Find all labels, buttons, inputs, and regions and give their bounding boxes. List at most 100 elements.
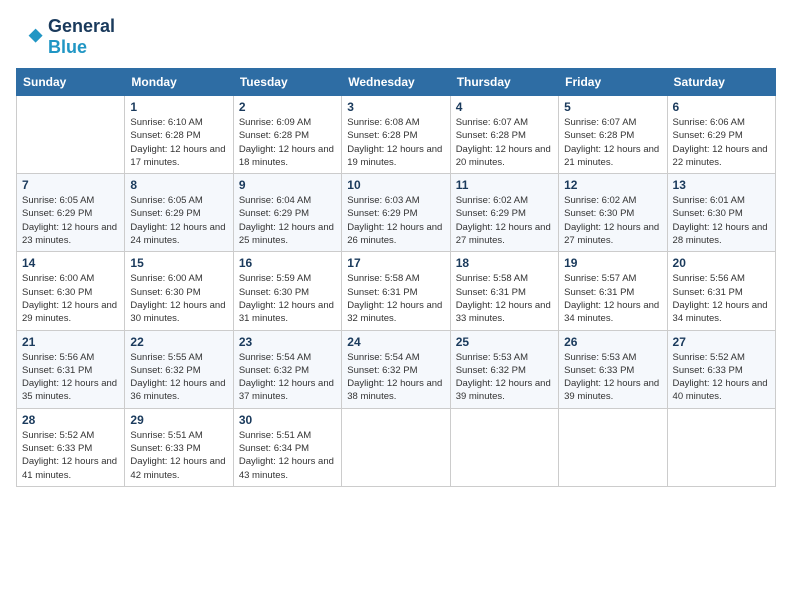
- day-number: 24: [347, 335, 444, 349]
- calendar-cell: 25Sunrise: 5:53 AMSunset: 6:32 PMDayligh…: [450, 330, 558, 408]
- day-number: 5: [564, 100, 661, 114]
- day-info: Sunrise: 6:07 AMSunset: 6:28 PMDaylight:…: [564, 116, 661, 169]
- calendar-cell: 22Sunrise: 5:55 AMSunset: 6:32 PMDayligh…: [125, 330, 233, 408]
- day-number: 9: [239, 178, 336, 192]
- calendar-cell: 29 Sunrise: 5:51 AMSunset: 6:33 PMDayligh…: [125, 408, 233, 486]
- calendar-week-5: 28 Sunrise: 5:52 AMSunset: 6:33 PMDayligh…: [17, 408, 776, 486]
- day-info: Sunrise: 6:05 AMSunset: 6:29 PMDaylight:…: [130, 194, 227, 247]
- calendar-cell: 21 Sunrise: 5:56 AMSunset: 6:31 PMDayligh…: [17, 330, 125, 408]
- day-info: Sunrise: 5:58 AMSunset: 6:31 PMDaylight:…: [456, 272, 553, 325]
- calendar-cell: 23 Sunrise: 5:54 AMSunset: 6:32 PMDayligh…: [233, 330, 341, 408]
- calendar-cell: 19Sunrise: 5:57 AMSunset: 6:31 PMDayligh…: [559, 252, 667, 330]
- calendar-header-thursday: Thursday: [450, 69, 558, 96]
- calendar-cell: 28 Sunrise: 5:52 AMSunset: 6:33 PMDayligh…: [17, 408, 125, 486]
- day-number: 10: [347, 178, 444, 192]
- day-info: Sunrise: 5:56 AMSunset: 6:31 PMDaylight:…: [22, 351, 119, 404]
- calendar-header-tuesday: Tuesday: [233, 69, 341, 96]
- day-number: 13: [673, 178, 770, 192]
- calendar-cell: [17, 96, 125, 174]
- day-info: Sunrise: 5:51 AMSunset: 6:34 PMDaylight:…: [239, 429, 336, 482]
- day-number: 21: [22, 335, 119, 349]
- calendar-cell: 10 Sunrise: 6:03 AMSunset: 6:29 PMDayligh…: [342, 174, 450, 252]
- day-info: Sunrise: 6:01 AMSunset: 6:30 PMDaylight:…: [673, 194, 770, 247]
- day-info: Sunrise: 6:02 AMSunset: 6:29 PMDaylight:…: [456, 194, 553, 247]
- day-info: Sunrise: 6:09 AMSunset: 6:28 PMDaylight:…: [239, 116, 336, 169]
- calendar-cell: 14 Sunrise: 6:00 AMSunset: 6:30 PMDayligh…: [17, 252, 125, 330]
- day-number: 1: [130, 100, 227, 114]
- calendar-cell: 8 Sunrise: 6:05 AMSunset: 6:29 PMDaylight…: [125, 174, 233, 252]
- day-number: 8: [130, 178, 227, 192]
- day-info: Sunrise: 6:06 AMSunset: 6:29 PMDaylight:…: [673, 116, 770, 169]
- calendar-header-sunday: Sunday: [17, 69, 125, 96]
- calendar-cell: 30Sunrise: 5:51 AMSunset: 6:34 PMDayligh…: [233, 408, 341, 486]
- calendar-cell: 3 Sunrise: 6:08 AMSunset: 6:28 PMDaylight…: [342, 96, 450, 174]
- day-info: Sunrise: 6:08 AMSunset: 6:28 PMDaylight:…: [347, 116, 444, 169]
- calendar-cell: 16 Sunrise: 5:59 AMSunset: 6:30 PMDayligh…: [233, 252, 341, 330]
- day-info: Sunrise: 5:57 AMSunset: 6:31 PMDaylight:…: [564, 272, 661, 325]
- day-info: Sunrise: 6:07 AMSunset: 6:28 PMDaylight:…: [456, 116, 553, 169]
- day-number: 15: [130, 256, 227, 270]
- calendar-header-saturday: Saturday: [667, 69, 775, 96]
- calendar-header-monday: Monday: [125, 69, 233, 96]
- calendar-cell: 26 Sunrise: 5:53 AMSunset: 6:33 PMDayligh…: [559, 330, 667, 408]
- calendar-week-2: 7 Sunrise: 6:05 AMSunset: 6:29 PMDaylight…: [17, 174, 776, 252]
- calendar-header-wednesday: Wednesday: [342, 69, 450, 96]
- calendar-cell: 6 Sunrise: 6:06 AMSunset: 6:29 PMDaylight…: [667, 96, 775, 174]
- day-number: 28: [22, 413, 119, 427]
- calendar-week-3: 14 Sunrise: 6:00 AMSunset: 6:30 PMDayligh…: [17, 252, 776, 330]
- calendar-cell: 27 Sunrise: 5:52 AMSunset: 6:33 PMDayligh…: [667, 330, 775, 408]
- day-number: 16: [239, 256, 336, 270]
- day-info: Sunrise: 6:03 AMSunset: 6:29 PMDaylight:…: [347, 194, 444, 247]
- day-number: 14: [22, 256, 119, 270]
- day-number: 2: [239, 100, 336, 114]
- day-number: 26: [564, 335, 661, 349]
- logo-icon: [16, 23, 44, 51]
- day-info: Sunrise: 6:00 AMSunset: 6:30 PMDaylight:…: [22, 272, 119, 325]
- calendar-cell: [667, 408, 775, 486]
- calendar-cell: 4Sunrise: 6:07 AMSunset: 6:28 PMDaylight…: [450, 96, 558, 174]
- logo: General Blue: [16, 16, 115, 58]
- day-number: 3: [347, 100, 444, 114]
- calendar-cell: 24 Sunrise: 5:54 AMSunset: 6:32 PMDayligh…: [342, 330, 450, 408]
- calendar-cell: 12Sunrise: 6:02 AMSunset: 6:30 PMDayligh…: [559, 174, 667, 252]
- day-info: Sunrise: 5:59 AMSunset: 6:30 PMDaylight:…: [239, 272, 336, 325]
- calendar-cell: 5 Sunrise: 6:07 AMSunset: 6:28 PMDaylight…: [559, 96, 667, 174]
- calendar-cell: [342, 408, 450, 486]
- calendar-header-friday: Friday: [559, 69, 667, 96]
- day-info: Sunrise: 5:56 AMSunset: 6:31 PMDaylight:…: [673, 272, 770, 325]
- calendar-cell: [559, 408, 667, 486]
- day-number: 23: [239, 335, 336, 349]
- day-number: 17: [347, 256, 444, 270]
- day-number: 11: [456, 178, 553, 192]
- calendar-week-4: 21 Sunrise: 5:56 AMSunset: 6:31 PMDayligh…: [17, 330, 776, 408]
- day-info: Sunrise: 6:05 AMSunset: 6:29 PMDaylight:…: [22, 194, 119, 247]
- day-number: 18: [456, 256, 553, 270]
- day-info: Sunrise: 5:54 AMSunset: 6:32 PMDaylight:…: [347, 351, 444, 404]
- day-info: Sunrise: 6:04 AMSunset: 6:29 PMDaylight:…: [239, 194, 336, 247]
- day-number: 12: [564, 178, 661, 192]
- day-number: 6: [673, 100, 770, 114]
- day-number: 25: [456, 335, 553, 349]
- page-header: General Blue: [16, 16, 776, 58]
- calendar-cell: 15 Sunrise: 6:00 AMSunset: 6:30 PMDayligh…: [125, 252, 233, 330]
- calendar-cell: 9 Sunrise: 6:04 AMSunset: 6:29 PMDaylight…: [233, 174, 341, 252]
- day-info: Sunrise: 6:00 AMSunset: 6:30 PMDaylight:…: [130, 272, 227, 325]
- day-info: Sunrise: 5:52 AMSunset: 6:33 PMDaylight:…: [673, 351, 770, 404]
- day-info: Sunrise: 5:54 AMSunset: 6:32 PMDaylight:…: [239, 351, 336, 404]
- day-number: 29: [130, 413, 227, 427]
- day-info: Sunrise: 5:52 AMSunset: 6:33 PMDaylight:…: [22, 429, 119, 482]
- calendar-table: SundayMondayTuesdayWednesdayThursdayFrid…: [16, 68, 776, 487]
- day-number: 20: [673, 256, 770, 270]
- calendar-cell: 17Sunrise: 5:58 AMSunset: 6:31 PMDayligh…: [342, 252, 450, 330]
- day-number: 27: [673, 335, 770, 349]
- calendar-header-row: SundayMondayTuesdayWednesdayThursdayFrid…: [17, 69, 776, 96]
- day-number: 22: [130, 335, 227, 349]
- calendar-cell: 11 Sunrise: 6:02 AMSunset: 6:29 PMDayligh…: [450, 174, 558, 252]
- logo-text: General Blue: [48, 16, 115, 58]
- day-info: Sunrise: 5:51 AMSunset: 6:33 PMDaylight:…: [130, 429, 227, 482]
- calendar-cell: 20 Sunrise: 5:56 AMSunset: 6:31 PMDayligh…: [667, 252, 775, 330]
- day-info: Sunrise: 6:10 AMSunset: 6:28 PMDaylight:…: [130, 116, 227, 169]
- calendar-week-1: 1 Sunrise: 6:10 AMSunset: 6:28 PMDaylight…: [17, 96, 776, 174]
- day-info: Sunrise: 5:53 AMSunset: 6:33 PMDaylight:…: [564, 351, 661, 404]
- day-number: 7: [22, 178, 119, 192]
